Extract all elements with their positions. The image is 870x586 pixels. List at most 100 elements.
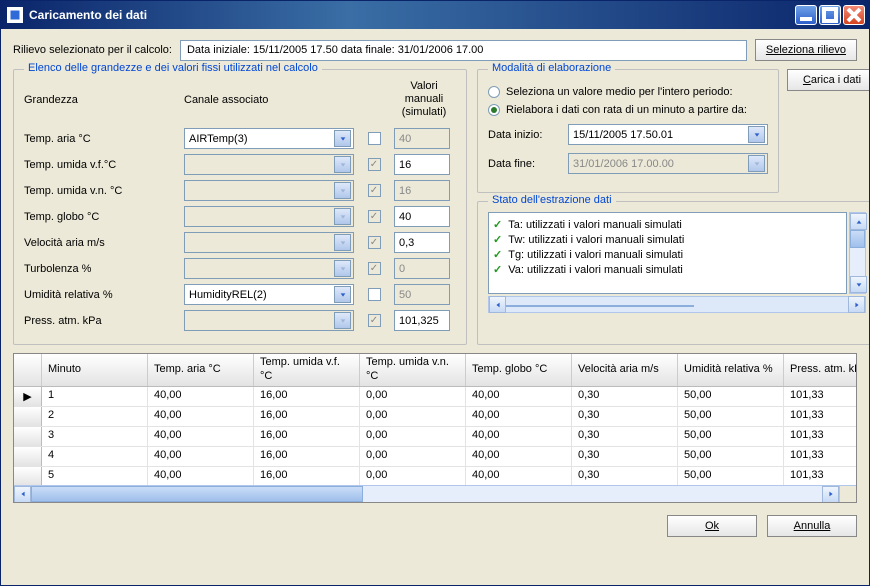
column-header[interactable]: Temp. umida v.n. °C bbox=[360, 354, 466, 386]
table-cell[interactable]: 16,00 bbox=[254, 427, 360, 446]
row-header[interactable] bbox=[14, 447, 42, 466]
ok-button[interactable]: Ok bbox=[667, 515, 757, 537]
close-button[interactable] bbox=[843, 5, 865, 25]
scroll-thumb[interactable] bbox=[850, 230, 865, 248]
manual-value-input[interactable]: 40 bbox=[394, 206, 450, 227]
table-cell[interactable]: 40,00 bbox=[466, 427, 572, 446]
table-cell[interactable]: 16,00 bbox=[254, 447, 360, 466]
table-cell[interactable]: 0,30 bbox=[572, 467, 678, 485]
channel-combo[interactable]: HumidityREL(2) bbox=[184, 284, 354, 305]
column-header[interactable]: Press. atm. kPa bbox=[784, 354, 857, 386]
manual-checkbox[interactable] bbox=[368, 132, 381, 145]
manual-value-input[interactable]: 101,325 bbox=[394, 310, 450, 331]
table-cell[interactable]: 50,00 bbox=[678, 467, 784, 485]
channel-combo bbox=[184, 232, 354, 253]
date-start-combo[interactable]: 15/11/2005 17.50.01 bbox=[568, 124, 768, 145]
table-cell[interactable]: 40,00 bbox=[148, 467, 254, 485]
table-row[interactable]: 340,0016,000,0040,000,3050,00101,33 bbox=[14, 427, 856, 447]
mode-option-reprocess[interactable]: Rielabora i dati con rata di un minuto a… bbox=[488, 104, 768, 116]
table-cell[interactable]: 50,00 bbox=[678, 407, 784, 426]
scroll-left-icon[interactable] bbox=[489, 296, 506, 313]
scroll-thumb[interactable] bbox=[506, 305, 694, 307]
table-cell[interactable]: 3 bbox=[42, 427, 148, 446]
table-cell[interactable]: 16,00 bbox=[254, 467, 360, 485]
table-cell[interactable]: 0,30 bbox=[572, 427, 678, 446]
scroll-up-icon[interactable] bbox=[850, 213, 867, 230]
quantity-row: Temp. umida v.f.°C16 bbox=[24, 152, 456, 178]
scroll-thumb[interactable] bbox=[31, 486, 363, 502]
column-header[interactable]: Velocità aria m/s bbox=[572, 354, 678, 386]
column-header[interactable]: Temp. globo °C bbox=[466, 354, 572, 386]
minimize-button[interactable] bbox=[795, 5, 817, 25]
table-cell[interactable]: 101,33 bbox=[784, 407, 856, 426]
table-cell[interactable]: 101,33 bbox=[784, 387, 856, 406]
column-header[interactable]: Minuto bbox=[42, 354, 148, 386]
chevron-down-icon[interactable] bbox=[748, 126, 765, 143]
scroll-right-icon[interactable] bbox=[822, 486, 839, 503]
table-cell[interactable]: 40,00 bbox=[148, 427, 254, 446]
table-cell[interactable]: 101,33 bbox=[784, 467, 856, 485]
chevron-down-icon[interactable] bbox=[334, 286, 351, 303]
mode-option-average[interactable]: Seleziona un valore medio per l'intero p… bbox=[488, 86, 768, 98]
table-cell[interactable]: 1 bbox=[42, 387, 148, 406]
survey-label: Rilievo selezionato per il calcolo: bbox=[13, 44, 172, 56]
table-cell[interactable]: 40,00 bbox=[466, 467, 572, 485]
table-row[interactable]: 440,0016,000,0040,000,3050,00101,33 bbox=[14, 447, 856, 467]
table-row[interactable]: 540,0016,000,0040,000,3050,00101,33 bbox=[14, 467, 856, 485]
radio-reprocess[interactable] bbox=[488, 104, 500, 116]
table-cell[interactable]: 4 bbox=[42, 447, 148, 466]
table-cell[interactable]: 0,30 bbox=[572, 407, 678, 426]
column-header[interactable]: Temp. umida v.f. °C bbox=[254, 354, 360, 386]
scroll-right-icon[interactable] bbox=[848, 296, 865, 313]
table-cell[interactable]: 16,00 bbox=[254, 387, 360, 406]
manual-value-input[interactable]: 16 bbox=[394, 154, 450, 175]
table-cell[interactable]: 50,00 bbox=[678, 447, 784, 466]
status-hscrollbar[interactable] bbox=[488, 296, 866, 313]
status-vscrollbar[interactable] bbox=[849, 212, 866, 294]
channel-combo[interactable]: AIRTemp(3) bbox=[184, 128, 354, 149]
table-cell[interactable]: 50,00 bbox=[678, 427, 784, 446]
table-cell[interactable]: 2 bbox=[42, 407, 148, 426]
table-row[interactable]: 240,0016,000,0040,000,3050,00101,33 bbox=[14, 407, 856, 427]
select-survey-button[interactable]: Seleziona rilievo bbox=[755, 39, 857, 61]
row-header[interactable] bbox=[14, 407, 42, 426]
row-header[interactable] bbox=[14, 467, 42, 485]
table-row[interactable]: ▶140,0016,000,0040,000,3050,00101,33 bbox=[14, 387, 856, 407]
data-grid-hscrollbar[interactable] bbox=[14, 485, 856, 502]
column-header[interactable]: Umidità relativa % bbox=[678, 354, 784, 386]
table-cell[interactable]: 0,00 bbox=[360, 427, 466, 446]
row-header[interactable]: ▶ bbox=[14, 387, 42, 406]
table-cell[interactable]: 40,00 bbox=[148, 387, 254, 406]
quantity-row: Velocità aria m/s0,3 bbox=[24, 230, 456, 256]
table-cell[interactable]: 40,00 bbox=[466, 447, 572, 466]
table-cell[interactable]: 50,00 bbox=[678, 387, 784, 406]
table-cell[interactable]: 40,00 bbox=[466, 407, 572, 426]
table-cell[interactable]: 0,30 bbox=[572, 387, 678, 406]
table-cell[interactable]: 40,00 bbox=[148, 407, 254, 426]
table-cell[interactable]: 40,00 bbox=[466, 387, 572, 406]
table-cell[interactable]: 101,33 bbox=[784, 427, 856, 446]
cancel-button[interactable]: Annulla bbox=[767, 515, 857, 537]
table-cell[interactable]: 101,33 bbox=[784, 447, 856, 466]
manual-checkbox[interactable] bbox=[368, 288, 381, 301]
data-grid[interactable]: MinutoTemp. aria °CTemp. umida v.f. °CTe… bbox=[13, 353, 857, 503]
scroll-left-icon[interactable] bbox=[14, 486, 31, 503]
status-item: ✓Tg: utilizzati i valori manuali simulat… bbox=[493, 247, 842, 262]
scroll-down-icon[interactable] bbox=[850, 276, 867, 293]
load-data-button[interactable]: Carica i dati bbox=[787, 69, 869, 91]
manual-value-input[interactable]: 0,3 bbox=[394, 232, 450, 253]
channel-value: AIRTemp(3) bbox=[189, 133, 247, 145]
row-header[interactable] bbox=[14, 427, 42, 446]
table-cell[interactable]: 40,00 bbox=[148, 447, 254, 466]
maximize-button[interactable] bbox=[819, 5, 841, 25]
table-cell[interactable]: 0,00 bbox=[360, 447, 466, 466]
table-cell[interactable]: 0,00 bbox=[360, 407, 466, 426]
table-cell[interactable]: 0,00 bbox=[360, 467, 466, 485]
table-cell[interactable]: 0,30 bbox=[572, 447, 678, 466]
radio-average[interactable] bbox=[488, 86, 500, 98]
table-cell[interactable]: 5 bbox=[42, 467, 148, 485]
column-header[interactable]: Temp. aria °C bbox=[148, 354, 254, 386]
table-cell[interactable]: 16,00 bbox=[254, 407, 360, 426]
table-cell[interactable]: 0,00 bbox=[360, 387, 466, 406]
chevron-down-icon[interactable] bbox=[334, 130, 351, 147]
